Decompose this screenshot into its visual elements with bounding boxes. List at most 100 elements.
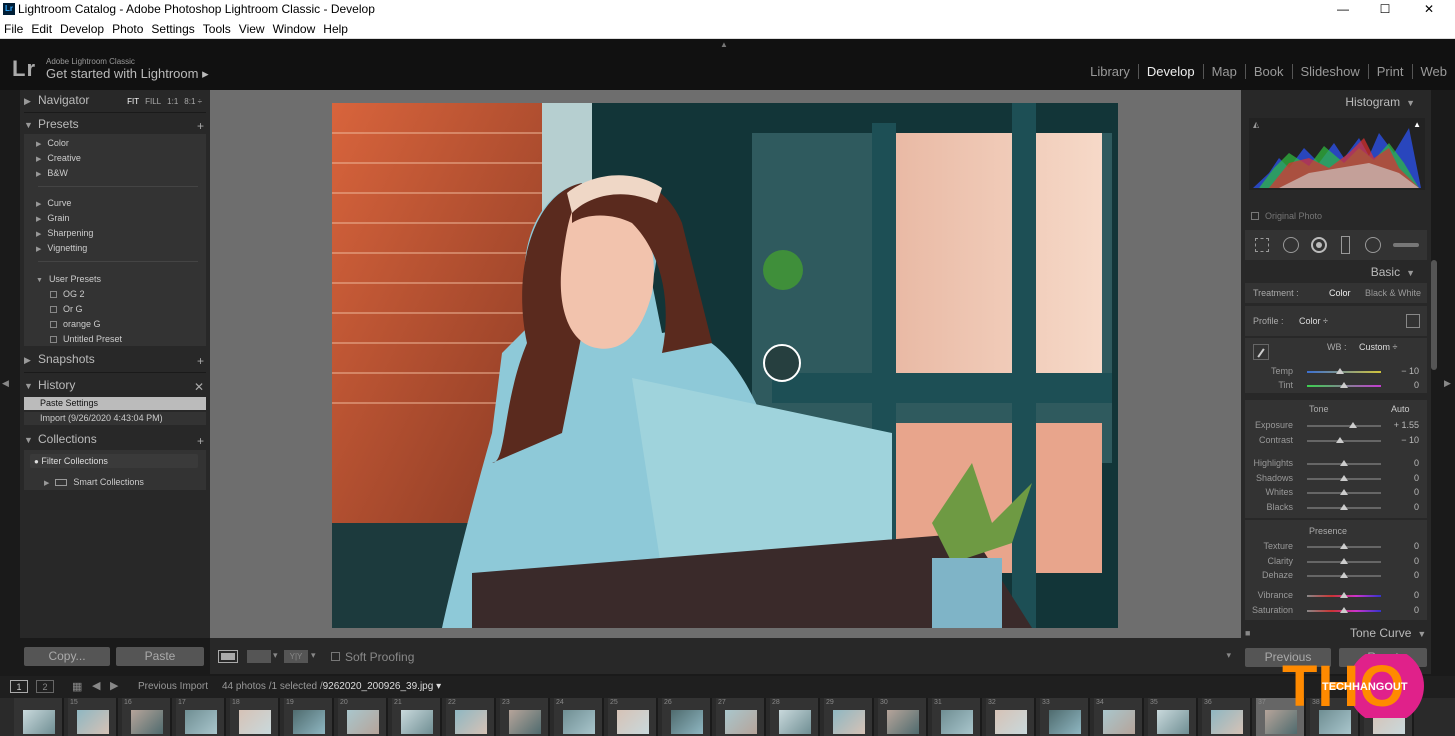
filmstrip-thumbnail[interactable]: 25 — [608, 698, 658, 736]
module-develop[interactable]: Develop — [1137, 64, 1203, 79]
menu-develop[interactable]: Develop — [56, 19, 108, 36]
filmstrip-thumbnail[interactable]: 33 — [1040, 698, 1090, 736]
filmstrip-thumbnail[interactable]: 27 — [716, 698, 766, 736]
tone-auto-button[interactable]: Auto — [1391, 404, 1410, 414]
slider-thumb-texture[interactable] — [1340, 543, 1348, 549]
module-library[interactable]: Library — [1082, 64, 1138, 79]
filmstrip-thumbnail[interactable]: 26 — [662, 698, 712, 736]
treatment-color-option[interactable]: Color — [1329, 288, 1351, 298]
filmstrip-thumbnail[interactable] — [14, 698, 64, 736]
profile-browser-icon[interactable] — [1406, 314, 1420, 328]
dropdown-arrow-icon[interactable]: ▾ — [311, 650, 316, 661]
treatment-bw-option[interactable]: Black & White — [1365, 288, 1421, 298]
paste-button[interactable]: Paste — [116, 647, 204, 666]
before-after-view-icon[interactable] — [247, 650, 271, 663]
forward-arrow-icon[interactable]: ▶ — [110, 679, 118, 692]
slider-thumb-blacks[interactable] — [1340, 503, 1348, 510]
filmstrip-thumbnail[interactable]: 21 — [392, 698, 442, 736]
filmstrip-thumbnail[interactable]: 35 — [1148, 698, 1198, 736]
primary-window-icon[interactable]: 1 — [10, 680, 28, 693]
slider-value-shadows[interactable]: 0 — [1389, 473, 1419, 483]
filmstrip-thumbnail[interactable]: 22 — [446, 698, 496, 736]
zoom-8-1[interactable]: 8:1 ÷ — [184, 97, 202, 106]
zoom-1-1[interactable]: 1:1 — [167, 97, 178, 106]
original-photo-checkbox[interactable] — [1251, 212, 1259, 220]
filmstrip-thumbnail[interactable]: 24 — [554, 698, 604, 736]
menu-settings[interactable]: Settings — [147, 19, 198, 36]
filmstrip-thumbnail[interactable]: 20 — [338, 698, 388, 736]
slider-thumb-shadows[interactable] — [1340, 474, 1348, 481]
slider-value-texture[interactable]: 0 — [1389, 541, 1419, 551]
smart-collections-item[interactable]: ▶ Smart Collections — [44, 477, 144, 487]
preset-untitled[interactable]: Untitled Preset — [50, 334, 122, 344]
slider-thumb-temp[interactable] — [1336, 368, 1345, 374]
profile-select[interactable]: Color ÷ — [1299, 316, 1328, 326]
slider-thumb-whites[interactable] — [1340, 489, 1348, 495]
add-snapshot-icon[interactable]: + — [197, 354, 204, 368]
slider-track-exposure[interactable] — [1307, 425, 1381, 427]
slider-thumb-tint[interactable] — [1340, 382, 1348, 388]
slider-value-temp[interactable]: − 10 — [1389, 366, 1419, 376]
slider-thumb-contrast[interactable] — [1336, 436, 1345, 443]
right-panel-scrollbar[interactable] — [1431, 260, 1437, 370]
close-button[interactable]: ✕ — [1406, 0, 1452, 19]
highlight-clipping-icon[interactable]: ▲ — [1413, 120, 1421, 129]
module-print[interactable]: Print — [1367, 64, 1412, 79]
slider-value-dehaze[interactable]: 0 — [1389, 570, 1419, 580]
snapshots-header[interactable]: ▶ Snapshots + — [24, 352, 208, 372]
module-book[interactable]: Book — [1244, 64, 1292, 79]
wb-eyedropper-icon[interactable] — [1253, 344, 1269, 360]
preset-group-creative[interactable]: ▶ Creative — [36, 153, 81, 163]
menu-photo[interactable]: Photo — [108, 19, 147, 36]
preset-group-sharpening[interactable]: ▶ Sharpening — [36, 228, 93, 238]
collections-header[interactable]: ▼ Collections + — [24, 432, 208, 452]
preset-group-color[interactable]: ▶ Color — [36, 138, 69, 148]
scroll-handle-icon[interactable]: ■ — [1245, 628, 1250, 638]
get-started-link[interactable]: Get started with Lightroom ▸ — [46, 66, 209, 82]
slider-value-tint[interactable]: 0 — [1389, 380, 1419, 390]
shadow-clipping-icon[interactable]: ◭ — [1253, 120, 1259, 129]
left-panel-toggle-icon[interactable]: ◀ — [2, 378, 9, 389]
module-map[interactable]: Map — [1202, 64, 1245, 79]
slider-thumb-saturation[interactable] — [1340, 606, 1348, 613]
filmstrip-thumbnail[interactable]: 29 — [824, 698, 874, 736]
filmstrip-thumbnail[interactable]: 16 — [122, 698, 172, 736]
secondary-window-icon[interactable]: 2 — [36, 680, 54, 693]
slider-thumb-clarity[interactable] — [1340, 557, 1348, 564]
soft-proofing-checkbox[interactable] — [331, 652, 340, 661]
dropdown-arrow-icon[interactable]: ▾ — [273, 650, 278, 661]
slider-thumb-vibrance[interactable] — [1340, 592, 1348, 598]
history-item[interactable]: Import (9/26/2020 4:43:04 PM) — [24, 412, 206, 425]
preset-group-curve[interactable]: ▶ Curve — [36, 198, 71, 208]
slider-value-highlights[interactable]: 0 — [1389, 458, 1419, 468]
navigator-header[interactable]: ▶ Navigator FIT FILL 1:1 8:1 ÷ — [24, 93, 208, 113]
menu-tools[interactable]: Tools — [199, 19, 235, 36]
selected-filename[interactable]: 9262020_200926_39.jpg ▾ — [323, 681, 441, 692]
wb-select[interactable]: Custom ÷ — [1359, 342, 1397, 352]
back-arrow-icon[interactable]: ◀ — [92, 679, 100, 692]
preset-og2[interactable]: OG 2 — [50, 289, 85, 299]
filmstrip-source[interactable]: Previous Import — [138, 681, 208, 692]
slider-thumb-exposure[interactable] — [1348, 422, 1357, 428]
menu-view[interactable]: View — [235, 19, 269, 36]
clear-history-icon[interactable]: ✕ — [194, 380, 204, 394]
adjustment-brush-icon[interactable] — [1393, 243, 1419, 247]
module-web[interactable]: Web — [1411, 64, 1455, 79]
maximize-button[interactable]: ☐ — [1362, 0, 1408, 19]
history-header[interactable]: ▼ History ✕ — [24, 378, 208, 398]
preset-or-g[interactable]: Or G — [50, 304, 83, 314]
collapse-top-panel-icon[interactable]: ▲ — [720, 40, 728, 49]
slider-value-saturation[interactable]: 0 — [1389, 605, 1419, 615]
menu-help[interactable]: Help — [319, 19, 352, 36]
filmstrip-thumbnail[interactable]: 31 — [932, 698, 982, 736]
add-preset-icon[interactable]: + — [197, 119, 204, 133]
filmstrip-thumbnail[interactable]: 23 — [500, 698, 550, 736]
histogram-header[interactable]: Histogram ▼ — [1345, 95, 1415, 109]
preset-group-user[interactable]: ▼ User Presets — [36, 274, 101, 284]
preset-group-bw[interactable]: ▶ B&W — [36, 168, 68, 178]
filmstrip-thumbnail[interactable]: 18 — [230, 698, 280, 736]
module-slideshow[interactable]: Slideshow — [1291, 64, 1368, 79]
zoom-fit[interactable]: FIT — [127, 97, 139, 106]
history-item[interactable]: Paste Settings — [24, 397, 206, 410]
filmstrip-thumbnail[interactable]: 17 — [176, 698, 226, 736]
